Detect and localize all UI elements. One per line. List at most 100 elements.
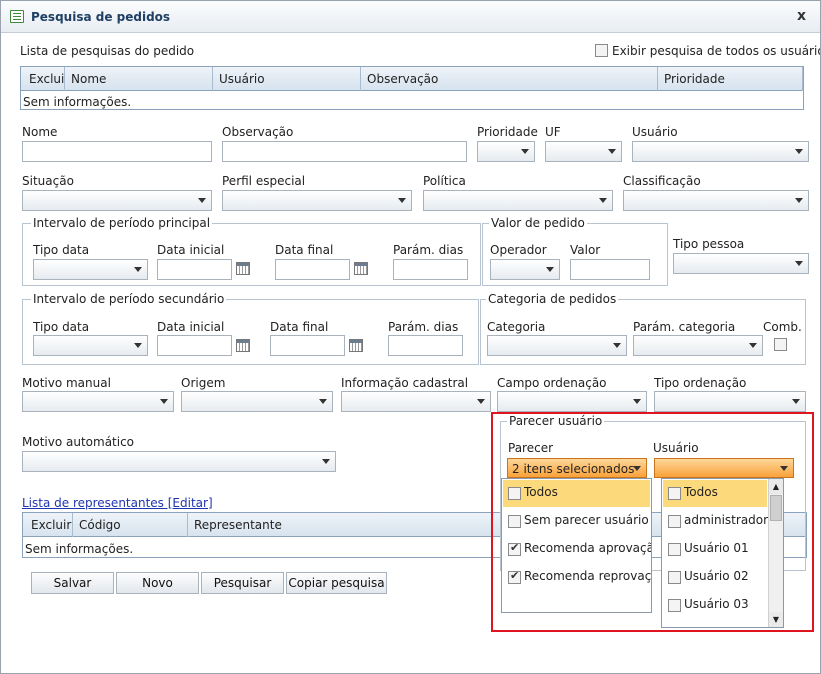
chevron-down-icon [322, 459, 330, 464]
param-categoria-select[interactable] [633, 335, 763, 356]
chevron-down-icon [749, 343, 757, 348]
tipo-pessoa-select[interactable] [673, 253, 809, 274]
campo-ordenacao-select[interactable] [497, 391, 647, 412]
grid-empty-text: Sem informações. [23, 95, 132, 109]
chevron-down-icon [613, 343, 621, 348]
chevron-down-icon [160, 399, 168, 404]
situacao-select[interactable] [22, 190, 212, 211]
chevron-down-icon [134, 343, 142, 348]
operador-label: Operador [490, 243, 547, 257]
data-inicial-2-input[interactable] [157, 335, 232, 356]
nome-label: Nome [22, 125, 58, 139]
tipo-data-select[interactable] [33, 259, 148, 280]
tipo-data-2-label: Tipo data [33, 320, 90, 334]
motivo-automatico-select[interactable] [22, 451, 336, 472]
uf-select[interactable] [545, 141, 622, 162]
col-excluir[interactable]: Excluir [21, 67, 65, 91]
observacao-label: Observação [222, 125, 294, 139]
form-icon [10, 10, 24, 23]
nome-input[interactable] [22, 141, 212, 162]
usuario-select[interactable] [632, 141, 809, 162]
categoria-label: Categoria [487, 320, 546, 334]
window-title: Pesquisa de pedidos [31, 10, 171, 24]
categoria-pedidos-legend: Categoria de pedidos [486, 292, 619, 306]
perfil-especial-select[interactable] [222, 190, 412, 211]
new-button[interactable]: Novo [116, 572, 199, 594]
col-codigo[interactable]: Código [73, 513, 188, 537]
chevron-down-icon [795, 149, 803, 154]
valor-input[interactable] [570, 259, 650, 280]
tipo-data-2-select[interactable] [33, 335, 148, 356]
observacao-input[interactable] [222, 141, 467, 162]
tipo-ordenacao-label: Tipo ordenação [654, 376, 747, 390]
informacao-cadastral-select[interactable] [341, 391, 491, 412]
campo-ordenacao-label: Campo ordenação [497, 376, 607, 390]
param-dias-label: Parám. dias [393, 243, 464, 257]
grid-header: Excluir Nome Usuário Observação Priorida… [21, 67, 803, 91]
comb-checkbox[interactable] [774, 338, 787, 351]
chevron-down-icon [795, 198, 803, 203]
informacao-cadastral-label: Informação cadastral [341, 376, 469, 390]
operador-select[interactable] [490, 259, 560, 280]
categoria-select[interactable] [487, 335, 627, 356]
close-icon[interactable]: x [797, 8, 806, 24]
origem-select[interactable] [181, 391, 333, 412]
data-inicial-2-label: Data inicial [157, 320, 225, 334]
calendar-icon[interactable] [349, 339, 363, 352]
col-prioridade[interactable]: Prioridade [658, 67, 803, 91]
data-final-label: Data final [275, 243, 334, 257]
param-dias-2-label: Parám. dias [388, 320, 459, 334]
chevron-down-icon [319, 399, 327, 404]
saved-searches-grid: Excluir Nome Usuário Observação Priorida… [20, 66, 804, 110]
chevron-down-icon [792, 399, 800, 404]
periodo-secundario-legend: Intervalo de período secundário [31, 292, 227, 306]
calendar-icon[interactable] [354, 262, 368, 275]
col-nome[interactable]: Nome [65, 67, 213, 91]
show-all-users-checkbox[interactable] [595, 44, 608, 57]
chevron-down-icon [198, 198, 206, 203]
valor-pedido-legend: Valor de pedido [489, 216, 587, 230]
search-button[interactable]: Pesquisar [201, 572, 284, 594]
col-excluir[interactable]: Excluir [23, 513, 73, 537]
chevron-down-icon [398, 198, 406, 203]
calendar-icon[interactable] [236, 339, 250, 352]
param-categoria-label: Parám. categoria [633, 320, 736, 334]
classificacao-select[interactable] [623, 190, 809, 211]
comb-label: Comb. [763, 320, 802, 334]
usuario-label: Usuário [632, 125, 678, 139]
param-dias-input[interactable] [393, 259, 468, 280]
situacao-label: Situação [22, 174, 74, 188]
chevron-down-icon [633, 399, 641, 404]
data-final-2-input[interactable] [270, 335, 345, 356]
representantes-link[interactable]: Lista de representantes [Editar] [22, 496, 213, 510]
politica-label: Política [423, 174, 466, 188]
col-observacao[interactable]: Observação [361, 67, 658, 91]
chevron-down-icon [521, 149, 529, 154]
classificacao-label: Classificação [623, 174, 701, 188]
chevron-down-icon [477, 399, 485, 404]
perfil-especial-label: Perfil especial [222, 174, 306, 188]
prioridade-select[interactable] [477, 141, 535, 162]
col-usuario[interactable]: Usuário [213, 67, 361, 91]
copy-search-button[interactable]: Copiar pesquisa [286, 572, 387, 594]
data-inicial-input[interactable] [157, 259, 232, 280]
data-final-input[interactable] [275, 259, 350, 280]
chevron-down-icon [599, 198, 607, 203]
save-button[interactable]: Salvar [31, 572, 114, 594]
tipo-ordenacao-select[interactable] [654, 391, 806, 412]
chevron-down-icon [608, 149, 616, 154]
chevron-down-icon [546, 267, 554, 272]
tipo-data-label: Tipo data [33, 243, 90, 257]
grid-empty-text: Sem informações. [25, 542, 134, 556]
politica-select[interactable] [423, 190, 613, 211]
periodo-principal-legend: Intervalo de período principal [31, 216, 213, 230]
param-dias-2-input[interactable] [388, 335, 463, 356]
data-final-2-label: Data final [270, 320, 329, 334]
motivo-manual-label: Motivo manual [22, 376, 111, 390]
highlight-annotation-box [491, 412, 814, 632]
motivo-automatico-label: Motivo automático [22, 435, 135, 449]
calendar-icon[interactable] [236, 262, 250, 275]
prioridade-label: Prioridade [477, 125, 538, 139]
motivo-manual-select[interactable] [22, 391, 174, 412]
saved-searches-label: Lista de pesquisas do pedido [20, 44, 195, 58]
